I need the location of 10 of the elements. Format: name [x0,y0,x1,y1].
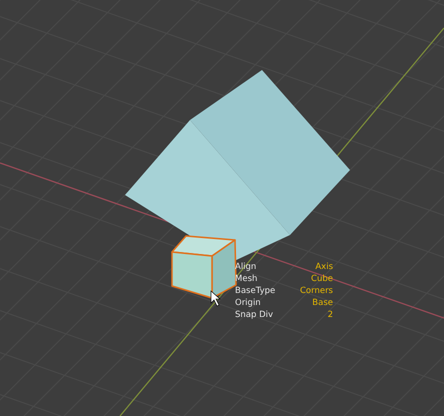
property-value: 2 [326,309,333,321]
property-value: Base [311,297,333,309]
property-label: Snap Div [235,309,274,321]
property-value: Corners [300,285,333,297]
mouse-cursor-icon [210,290,221,306]
property-value: Cube [310,273,333,285]
property-value: Axis [314,261,333,273]
property-label: Origin [235,297,262,309]
property-label: BaseType [235,285,276,297]
selected-small-cube [171,235,237,299]
